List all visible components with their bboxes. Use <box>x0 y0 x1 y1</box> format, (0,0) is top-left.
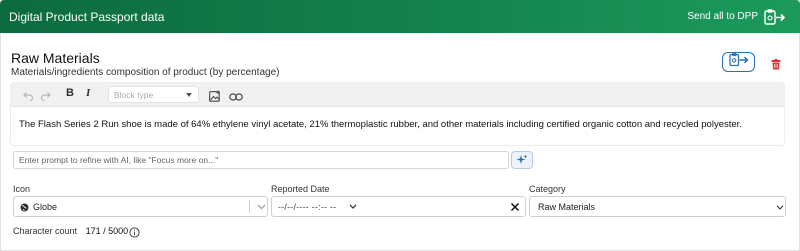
send-to-dpp-button[interactable] <box>722 52 755 72</box>
section-title: Raw Materials <box>11 50 100 66</box>
redo-icon <box>40 92 51 101</box>
undo-button[interactable] <box>23 88 34 104</box>
insert-link-button[interactable] <box>229 89 243 105</box>
char-count-label: Character count <box>13 226 78 236</box>
redo-button[interactable] <box>40 88 51 104</box>
section-subtitle: Materials/ingredients composition of pro… <box>11 67 280 78</box>
ai-prompt-input[interactable]: Enter prompt to refine with AI, like "Fo… <box>13 151 509 169</box>
editor-toolbar: B I Block type <box>11 83 784 107</box>
ai-refine-button[interactable] <box>511 151 533 169</box>
editor-content[interactable]: The Flash Series 2 Run shoe is made of 6… <box>19 119 742 130</box>
char-count-value: 171 / 5000 <box>85 226 129 236</box>
rich-text-editor[interactable]: B I Block type The Flash Series 2 Run sh… <box>10 82 785 146</box>
send-all-label: Send all to DPP <box>687 11 758 22</box>
link-icon <box>229 93 243 101</box>
undo-icon <box>23 92 34 101</box>
chevron-down-icon <box>776 205 784 210</box>
delete-button[interactable] <box>771 57 781 70</box>
reported-date-value: --/--/---- --:-- -- <box>278 202 337 212</box>
italic-button[interactable]: I <box>86 87 90 99</box>
chevron-down-icon[interactable] <box>349 204 357 209</box>
send-to-dpp-icon <box>728 52 750 72</box>
category-select[interactable]: Raw Materials <box>529 196 786 217</box>
dpp-header: Digital Product Passport data Send all t… <box>0 0 800 33</box>
send-all-to-dpp-button[interactable]: Send all to DPP <box>687 8 786 25</box>
icon-select[interactable]: Globe <box>13 196 268 217</box>
block-type-select[interactable]: Block type <box>108 86 199 103</box>
chevron-down-icon[interactable] <box>257 204 266 210</box>
image-icon <box>209 90 220 102</box>
character-count: Character count 171 / 5000 <box>13 226 128 236</box>
select-divider <box>249 200 250 213</box>
icon-field-label: Icon <box>13 184 31 194</box>
category-label: Category <box>529 184 566 194</box>
trash-icon <box>771 57 781 74</box>
send-to-dpp-icon <box>764 8 786 25</box>
reported-date-label: Reported Date <box>271 184 330 194</box>
info-icon[interactable] <box>129 225 140 243</box>
close-icon[interactable] <box>509 201 521 213</box>
chevron-down-icon <box>186 93 192 97</box>
sparkle-icon <box>516 154 528 164</box>
icon-select-value: Globe <box>33 202 58 212</box>
globe-icon <box>20 203 29 212</box>
block-type-placeholder: Block type <box>114 90 154 100</box>
insert-image-button[interactable] <box>209 88 221 104</box>
reported-date-input[interactable]: --/--/---- --:-- -- <box>271 196 526 217</box>
header-title: Digital Product Passport data <box>9 9 165 24</box>
bold-button[interactable]: B <box>66 87 74 99</box>
category-value: Raw Materials <box>538 202 596 212</box>
